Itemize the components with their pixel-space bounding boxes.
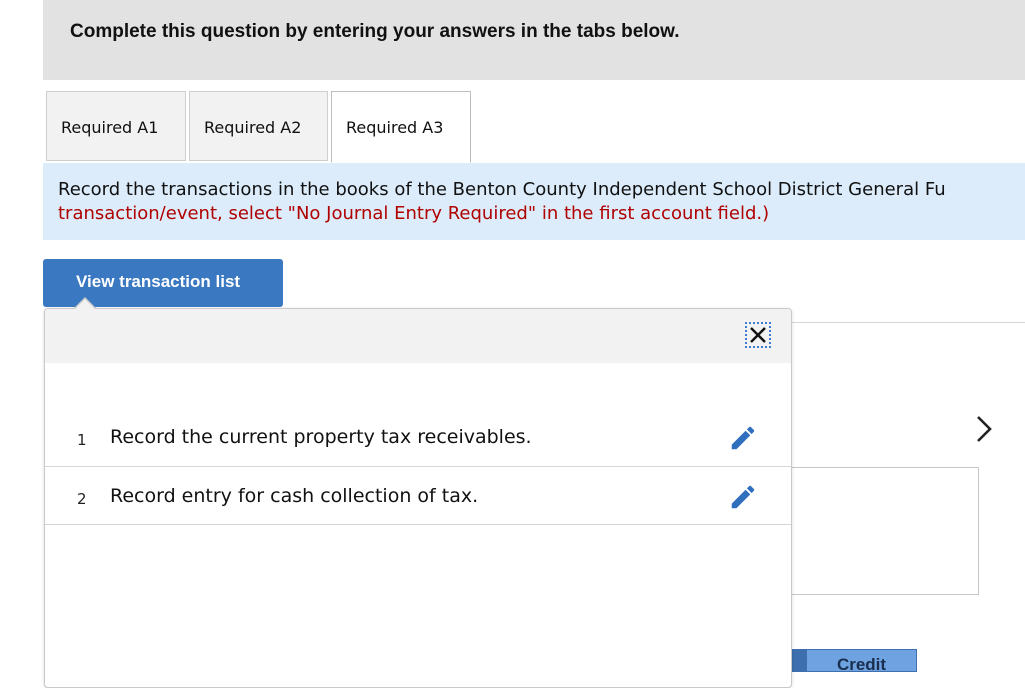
transaction-row: 2 Record entry for cash collection of ta…: [45, 468, 791, 526]
instructions-note: transaction/event, select "No Journal En…: [58, 203, 770, 224]
transaction-list-popup: 1 Record the current property tax receiv…: [44, 308, 792, 688]
tab-required-a1[interactable]: Required A1: [46, 91, 186, 161]
tab-required-a2[interactable]: Required A2: [189, 91, 328, 161]
instructions-panel: Record the transactions in the books of …: [43, 163, 1025, 240]
popup-header: [45, 309, 791, 363]
close-button[interactable]: [745, 322, 771, 348]
transaction-number: 2: [77, 490, 87, 508]
transaction-description: Record entry for cash collection of tax.: [110, 485, 479, 507]
transaction-description: Record the current property tax receivab…: [110, 426, 532, 448]
transaction-row: 1 Record the current property tax receiv…: [45, 409, 791, 467]
pencil-icon[interactable]: [728, 482, 758, 512]
header-instruction: Complete this question by entering your …: [70, 21, 680, 42]
question-header: Complete this question by entering your …: [43, 0, 1025, 80]
row-divider: [45, 466, 791, 467]
tab-label: Required A2: [204, 118, 302, 137]
tab-label: Required A3: [346, 118, 444, 137]
instructions-text: Record the transactions in the books of …: [58, 179, 946, 200]
journal-entry-box: [790, 467, 979, 595]
pencil-icon[interactable]: [728, 423, 758, 453]
transaction-number: 1: [77, 431, 87, 449]
row-divider: [45, 524, 791, 525]
tab-required-a3[interactable]: Required A3: [331, 91, 471, 163]
credit-column-header: Credit: [806, 649, 917, 674]
popup-pointer-fill: [74, 299, 96, 310]
tab-label: Required A1: [61, 118, 159, 137]
column-header-strip: [792, 649, 806, 672]
chevron-right-icon[interactable]: [970, 412, 1000, 446]
close-icon: [750, 327, 766, 343]
